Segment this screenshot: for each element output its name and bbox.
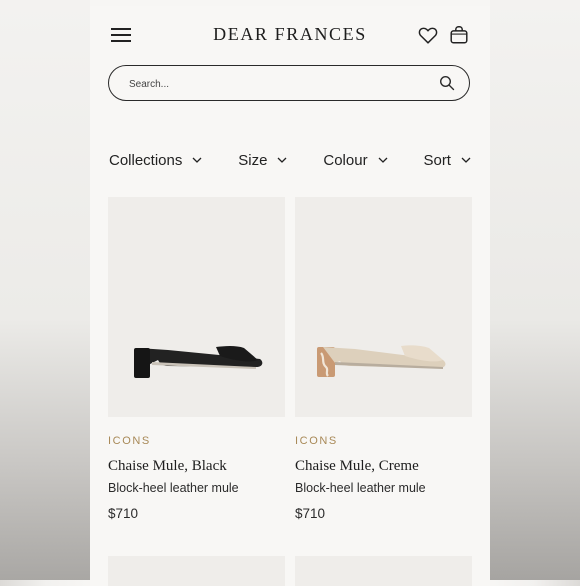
product-card[interactable]: ICONS Chaise Mule, Black Block-heel leat…: [108, 197, 285, 521]
bag-icon[interactable]: [448, 24, 470, 46]
product-card[interactable]: ICONS Chaise Mule, Creme Block-heel leat…: [295, 197, 472, 521]
filter-collections[interactable]: Collections: [109, 152, 202, 169]
product-description: Block-heel leather mule: [108, 481, 239, 495]
product-category: ICONS: [108, 435, 151, 447]
product-image[interactable]: [295, 197, 472, 417]
product-description: Block-heel leather mule: [295, 481, 426, 495]
creme-mule-image: [317, 345, 446, 377]
product-price: $710: [295, 506, 326, 521]
search-bar[interactable]: [108, 65, 470, 101]
backdrop-right: [490, 0, 580, 580]
search-icon[interactable]: [439, 75, 455, 91]
product-card-next[interactable]: [108, 556, 285, 586]
top-header: DEAR FRANCES: [90, 6, 490, 66]
chevron-down-icon: [278, 157, 287, 163]
search-input[interactable]: [127, 75, 421, 93]
product-category: ICONS: [295, 435, 338, 447]
filter-label: Colour: [323, 151, 368, 169]
chevron-down-icon: [192, 157, 202, 163]
product-card-next[interactable]: [295, 556, 472, 586]
chevron-down-icon: [461, 157, 471, 163]
product-image[interactable]: [108, 197, 285, 417]
app-screen: DEAR FRANCES Collections Size Colour: [90, 6, 490, 586]
black-mule-image: [134, 346, 263, 378]
product-price: $710: [108, 506, 139, 521]
heart-icon[interactable]: [417, 24, 439, 46]
filter-sort[interactable]: Sort: [423, 152, 471, 169]
filter-colour[interactable]: Colour: [323, 151, 388, 169]
chevron-down-icon: [378, 157, 388, 163]
product-name[interactable]: Chaise Mule, Creme: [295, 458, 472, 475]
filter-label: Size: [238, 151, 268, 169]
backdrop-left: [0, 0, 90, 580]
filter-label: Sort: [423, 151, 451, 169]
filter-bar: Collections Size Colour Sort: [109, 150, 471, 170]
product-name[interactable]: Chaise Mule, Black: [108, 458, 285, 475]
filter-label: Collections: [109, 151, 183, 169]
filter-size[interactable]: Size: [238, 152, 287, 169]
